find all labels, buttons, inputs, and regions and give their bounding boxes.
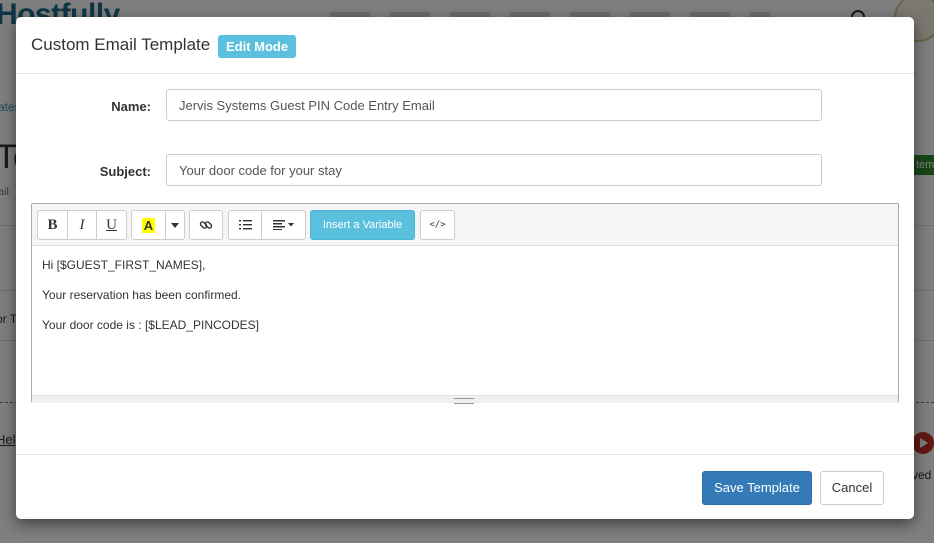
- code-view-group: </>: [420, 210, 455, 240]
- highlight-icon: A: [141, 217, 156, 233]
- edit-mode-badge: Edit Mode: [218, 35, 297, 58]
- highlight-group: A: [131, 210, 185, 240]
- modal-footer: Save Template Cancel: [16, 454, 914, 520]
- highlight-button[interactable]: A: [132, 211, 166, 239]
- code-view-button[interactable]: </>: [421, 211, 454, 239]
- editor-resize-handle[interactable]: [32, 395, 898, 404]
- body-line: Your door code is : [$LEAD_PINCODES]: [42, 318, 259, 332]
- modal-title: Custom Email Template: [31, 35, 211, 54]
- ordered-list-button[interactable]: [229, 211, 262, 239]
- paragraph-group: [228, 210, 306, 240]
- align-dropdown-button[interactable]: [262, 211, 305, 239]
- body-line: Hi [$GUEST_FIRST_NAMES],: [42, 258, 206, 272]
- subject-field[interactable]: [166, 154, 822, 186]
- cancel-button[interactable]: Cancel: [820, 471, 884, 505]
- email-body-editor: B I U A Insert a Variable </> Hi [$GUEST…: [31, 203, 899, 404]
- editor-toolbar: B I U A Insert a Variable </>: [32, 204, 898, 245]
- resize-grip-icon: [454, 398, 474, 404]
- custom-email-template-modal: Custom Email Template Edit Mode Name: Su…: [16, 17, 914, 519]
- link-group: [189, 210, 223, 240]
- text-style-group: B I U: [37, 210, 127, 240]
- ordered-list-icon: [238, 220, 252, 230]
- body-line: Your reservation has been confirmed.: [42, 288, 242, 302]
- code-icon: </>: [429, 220, 446, 230]
- editor-content[interactable]: Hi [$GUEST_FIRST_NAMES], Your reservatio…: [32, 245, 898, 395]
- modal-header: Custom Email Template Edit Mode: [16, 17, 914, 74]
- align-icon: [272, 220, 294, 230]
- italic-button[interactable]: I: [68, 211, 97, 239]
- name-field[interactable]: [166, 89, 822, 121]
- highlight-dropdown-button[interactable]: [166, 211, 184, 239]
- name-label: Name:: [111, 99, 151, 114]
- link-button[interactable]: [190, 211, 222, 239]
- subject-label: Subject:: [99, 164, 151, 179]
- link-icon: [199, 221, 213, 229]
- dropdown-caret-icon: [171, 222, 179, 228]
- insert-variable-button[interactable]: Insert a Variable: [310, 210, 415, 240]
- bold-button[interactable]: B: [38, 211, 68, 239]
- underline-button[interactable]: U: [97, 211, 126, 239]
- save-template-button[interactable]: Save Template: [702, 471, 812, 505]
